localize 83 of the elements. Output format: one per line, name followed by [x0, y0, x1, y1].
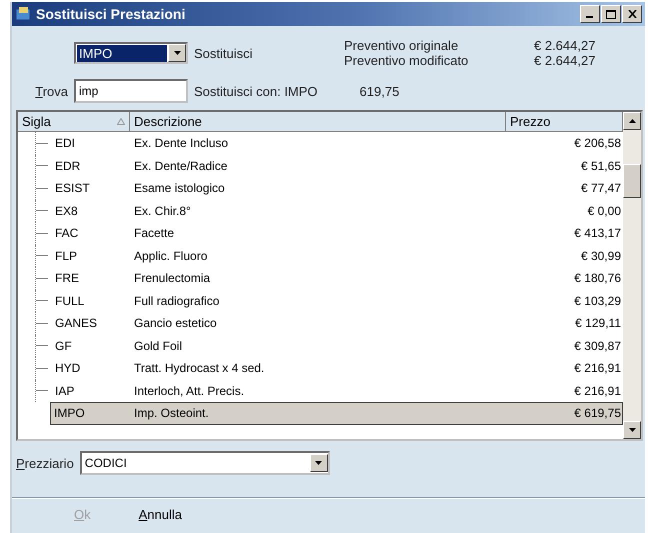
replace-label: Sostituisci	[194, 46, 254, 60]
description-cell-text: Gancio estetico	[133, 316, 218, 330]
price-cell-text: € 309,87	[573, 338, 622, 353]
code-cell-text: EDR	[54, 158, 82, 173]
code-cell-text: GF	[54, 338, 73, 353]
list-row[interactable]: EDI Ex. Dente Incluso € 206,58	[18, 132, 623, 154]
list-row[interactable]: IAP Interloch, Att. Precis. € 216,91	[18, 380, 623, 402]
code-cell-text: GANES	[54, 316, 98, 330]
code-cell-text: FAC	[54, 226, 80, 240]
summary-value: € 2.644,27	[534, 38, 596, 53]
description-cell-text: Ex. Dente Incluso	[133, 136, 230, 150]
price-cell-text: € 30,99	[580, 248, 622, 263]
code-cell-text: EX8	[54, 204, 79, 218]
dropdown-arrow-icon	[315, 461, 322, 465]
find-field[interactable]: imp	[74, 79, 188, 103]
list-row[interactable]: GF Gold Foil € 309,87	[18, 334, 623, 357]
description-cell-text: Gold Foil	[133, 338, 184, 353]
code-cell-text: FLP	[54, 248, 78, 263]
list-row[interactable]: FULL Full radiografico € 103,29	[18, 290, 623, 312]
summary-label: Preventivo originale	[344, 38, 460, 53]
price-cell-text: € 216,91	[573, 361, 622, 376]
description-cell-text: Tratt. Hydrocast x 4 sed.	[133, 361, 266, 376]
code-cell-text: FRE	[54, 271, 80, 286]
scroll-up-button[interactable]	[623, 112, 641, 130]
description-cell-text: Frenulectomia	[133, 271, 212, 286]
description-cell-text: Facette	[133, 226, 176, 240]
code-cell-text: ESIST	[54, 181, 91, 196]
up-arrow-icon	[628, 119, 636, 123]
column-header[interactable]: Prezzo	[506, 112, 623, 132]
column-header[interactable]: Descrizione	[130, 112, 506, 132]
price-cell-text: € 413,17	[573, 226, 622, 240]
list-row[interactable]: HYD Tratt. Hydrocast x 4 sed. € 216,91	[18, 357, 623, 380]
price-cell-text: € 51,65	[580, 158, 622, 173]
description-cell-text: Ex. Dente/Radice	[133, 158, 228, 173]
list-row[interactable]: EDR Ex. Dente/Radice € 51,65	[18, 154, 623, 177]
summary-label: Preventivo modificato	[344, 53, 470, 68]
price-cell-text: € 77,47	[580, 181, 622, 196]
description-cell-text: Esame istologico	[133, 181, 226, 196]
list-row[interactable]: FRE Frenulectomia € 180,76	[18, 267, 623, 290]
code-cell-text: EDI	[54, 136, 76, 150]
description-cell-text: Ex. Chir.8°	[133, 204, 192, 218]
price-cell-text: € 619,75	[573, 406, 622, 420]
column-header[interactable]: Sigla	[18, 112, 130, 132]
list-row[interactable]: GANES Gancio estetico € 129,11	[18, 312, 623, 334]
scrollbar[interactable]	[623, 112, 641, 439]
price-cell-text: € 206,58	[573, 136, 622, 150]
description-cell-text: Applic. Fluoro	[133, 248, 208, 263]
code-cell-text: HYD	[54, 361, 82, 376]
price-list-label: Prezziario	[16, 456, 74, 470]
list-row[interactable]: FLP Applic. Fluoro € 30,99	[18, 244, 623, 267]
summary-value: € 2.644,27	[534, 53, 596, 68]
code-cell-text: IAP	[54, 384, 76, 398]
price-cell-text: € 129,11	[574, 316, 622, 330]
description-cell-text: Interloch, Att. Precis.	[133, 384, 246, 398]
list-row[interactable]: ESIST Esame istologico € 77,47	[18, 177, 623, 200]
close-icon	[628, 10, 636, 18]
list-row[interactable]: IMPO Imp. Osteoint. € 619,75	[50, 402, 623, 424]
price-cell-text: € 0,00	[586, 204, 622, 218]
price-cell-text: € 216,91	[573, 384, 622, 398]
code-cell-text: FULL	[54, 294, 86, 308]
dialog-button[interactable]: Annulla	[132, 505, 188, 524]
scroll-thumb[interactable]	[623, 164, 641, 198]
replace-with-value: 619,75	[360, 84, 400, 98]
close-button[interactable]	[622, 5, 642, 23]
description-cell-text: Full radiografico	[133, 294, 220, 308]
code-dropdown[interactable]: IMPO	[74, 42, 188, 64]
code-cell-text: IMPO	[53, 406, 86, 420]
find-label: Trova	[35, 84, 69, 98]
list-row[interactable]: EX8 Ex. Chir.8° € 0,00	[18, 200, 623, 222]
scroll-down-button[interactable]	[623, 421, 641, 439]
price-cell-text: € 103,29	[573, 294, 622, 308]
list-row[interactable]: FAC Facette € 413,17	[18, 222, 623, 244]
minimize-button[interactable]	[580, 5, 600, 23]
dropdown-arrow-icon	[174, 51, 180, 55]
price-list-dropdown[interactable]: CODICI	[80, 451, 330, 475]
maximize-icon	[606, 10, 616, 18]
replace-with-label: Sostituisci con: IMPO	[194, 84, 318, 98]
price-cell-text: € 180,76	[573, 271, 622, 286]
app-icon	[15, 6, 31, 22]
maximize-button[interactable]	[601, 5, 621, 23]
down-arrow-icon	[628, 428, 636, 432]
window-title: Sostituisci Prestazioni	[36, 6, 186, 22]
description-cell-text: Imp. Osteoint.	[133, 406, 210, 420]
